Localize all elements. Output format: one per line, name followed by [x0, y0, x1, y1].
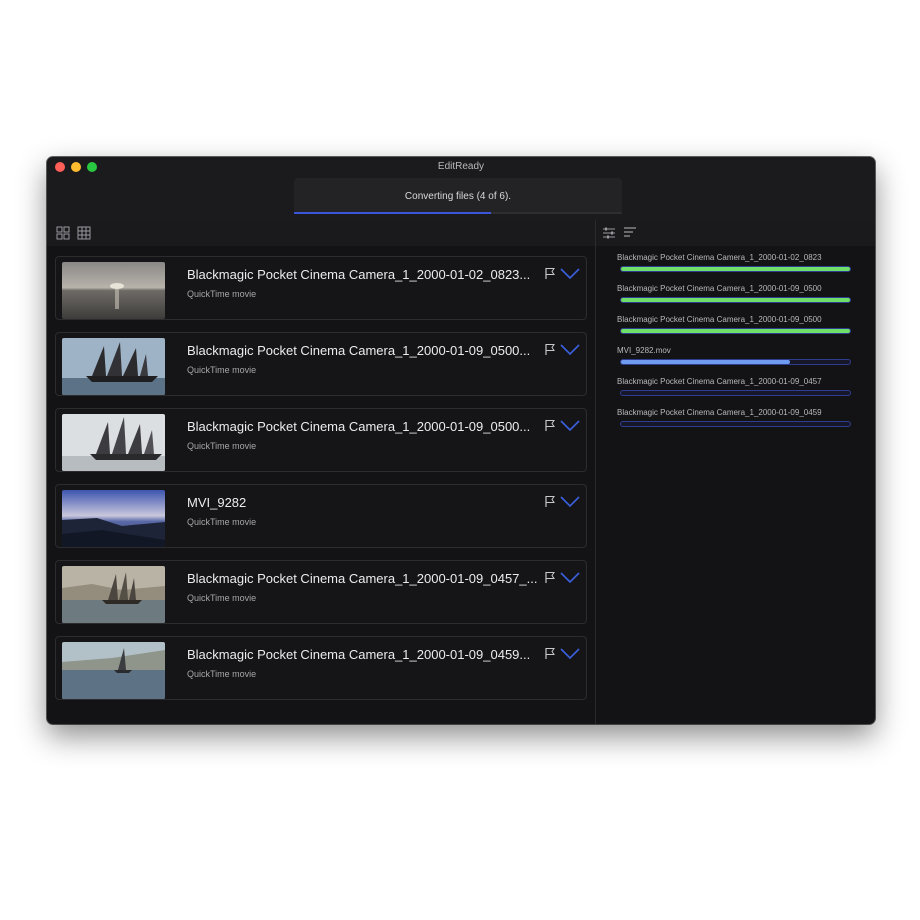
queue-item-name: MVI_9282.mov [617, 346, 671, 355]
file-list-toolbar [47, 220, 595, 246]
queue-toolbar [596, 220, 875, 246]
file-type: QuickTime movie [187, 289, 257, 299]
file-type: QuickTime movie [187, 593, 257, 603]
file-row[interactable]: Blackmagic Pocket Cinema Camera_1_2000-0… [55, 256, 587, 320]
queue-progress-fill [621, 360, 791, 364]
flag-icon[interactable] [544, 419, 556, 432]
flag-icon[interactable] [544, 495, 556, 508]
title-bar: EditReady Converting files (4 of 6). [47, 157, 875, 220]
list-view-icon[interactable] [77, 226, 91, 240]
file-name: Blackmagic Pocket Cinema Camera_1_2000-0… [187, 267, 531, 282]
chevron-down-icon[interactable] [559, 343, 581, 357]
app-window: EditReady Converting files (4 of 6). Bla… [47, 157, 875, 724]
grid-view-icon[interactable] [56, 226, 70, 240]
chevron-down-icon[interactable] [559, 267, 581, 281]
flag-icon[interactable] [544, 267, 556, 280]
file-name: Blackmagic Pocket Cinema Camera_1_2000-0… [187, 343, 531, 358]
video-thumbnail [62, 642, 165, 699]
queue-item-name: Blackmagic Pocket Cinema Camera_1_2000-0… [617, 253, 822, 262]
file-row[interactable]: Blackmagic Pocket Cinema Camera_1_2000-0… [55, 636, 587, 700]
file-row[interactable]: MVI_9282 QuickTime movie [55, 484, 587, 548]
chevron-down-icon[interactable] [559, 495, 581, 509]
chevron-down-icon[interactable] [559, 419, 581, 433]
video-thumbnail [62, 490, 165, 547]
conversion-queue: Blackmagic Pocket Cinema Camera_1_2000-0… [614, 253, 854, 439]
chevron-down-icon[interactable] [559, 647, 581, 661]
file-name: Blackmagic Pocket Cinema Camera_1_2000-0… [187, 419, 531, 434]
file-row[interactable]: Blackmagic Pocket Cinema Camera_1_2000-0… [55, 332, 587, 396]
conversion-status-text: Converting files (4 of 6). [404, 191, 512, 202]
queue-progress-fill [621, 329, 850, 333]
queue-progress-fill [621, 267, 850, 271]
conversion-status-panel: Converting files (4 of 6). [294, 178, 622, 214]
queue-item-name: Blackmagic Pocket Cinema Camera_1_2000-0… [617, 377, 822, 386]
settings-sliders-icon[interactable] [602, 226, 616, 240]
queue-progress-fill [621, 298, 850, 302]
file-name: MVI_9282 [187, 495, 247, 510]
pane-divider[interactable] [595, 220, 596, 724]
video-thumbnail [62, 338, 165, 395]
video-thumbnail [62, 566, 165, 623]
sort-icon[interactable] [623, 226, 637, 240]
queue-progress-bar [620, 390, 851, 396]
queue-progress-bar [620, 421, 851, 427]
flag-icon[interactable] [544, 647, 556, 660]
video-thumbnail [62, 414, 165, 471]
queue-item-name: Blackmagic Pocket Cinema Camera_1_2000-0… [617, 284, 822, 293]
conversion-progress-fill [294, 212, 491, 214]
queue-item-name: Blackmagic Pocket Cinema Camera_1_2000-0… [617, 315, 822, 324]
file-type: QuickTime movie [187, 441, 257, 451]
queue-item: Blackmagic Pocket Cinema Camera_1_2000-0… [614, 284, 854, 315]
queue-progress-bar [620, 297, 851, 303]
conversion-progress-bar [294, 212, 622, 214]
file-type: QuickTime movie [187, 669, 257, 679]
file-row[interactable]: Blackmagic Pocket Cinema Camera_1_2000-0… [55, 560, 587, 624]
queue-item: Blackmagic Pocket Cinema Camera_1_2000-0… [614, 377, 854, 408]
queue-progress-bar [620, 359, 851, 365]
file-name: Blackmagic Pocket Cinema Camera_1_2000-0… [187, 571, 538, 586]
file-list: Blackmagic Pocket Cinema Camera_1_2000-0… [55, 256, 587, 712]
queue-item: Blackmagic Pocket Cinema Camera_1_2000-0… [614, 253, 854, 284]
queue-item-name: Blackmagic Pocket Cinema Camera_1_2000-0… [617, 408, 822, 417]
queue-item: Blackmagic Pocket Cinema Camera_1_2000-0… [614, 408, 854, 439]
chevron-down-icon[interactable] [559, 571, 581, 585]
file-row[interactable]: Blackmagic Pocket Cinema Camera_1_2000-0… [55, 408, 587, 472]
file-type: QuickTime movie [187, 517, 257, 527]
window-title: EditReady [437, 161, 485, 172]
video-thumbnail [62, 262, 165, 319]
queue-item: MVI_9282.mov [614, 346, 854, 377]
queue-progress-bar [620, 266, 851, 272]
queue-item: Blackmagic Pocket Cinema Camera_1_2000-0… [614, 315, 854, 346]
file-type: QuickTime movie [187, 365, 257, 375]
file-name: Blackmagic Pocket Cinema Camera_1_2000-0… [187, 647, 531, 662]
flag-icon[interactable] [544, 571, 556, 584]
flag-icon[interactable] [544, 343, 556, 356]
queue-progress-bar [620, 328, 851, 334]
